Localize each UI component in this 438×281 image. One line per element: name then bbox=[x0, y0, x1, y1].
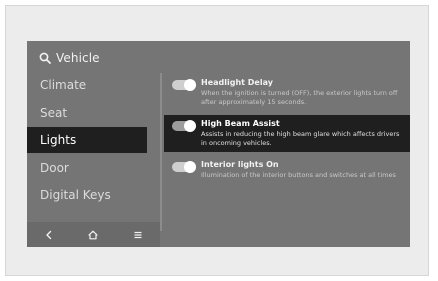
toggle-knob bbox=[184, 120, 196, 132]
search-header[interactable]: Vehicle bbox=[39, 49, 100, 67]
toggle-knob bbox=[184, 79, 196, 91]
sidebar-item-lights[interactable]: Lights bbox=[27, 127, 147, 153]
search-icon bbox=[39, 52, 51, 64]
setting-title: Interior lights On bbox=[201, 160, 279, 169]
setting-title: High Beam Assist bbox=[201, 119, 280, 128]
bottom-nav-bar bbox=[27, 222, 160, 247]
sidebar-item-door[interactable]: Door bbox=[27, 155, 160, 181]
setting-description: When the ignition is turned (OFF), the e… bbox=[201, 89, 398, 106]
sidebar-item-label: Lights bbox=[40, 133, 77, 147]
back-icon bbox=[46, 230, 52, 239]
home-icon bbox=[88, 230, 99, 239]
setting-description: Assists in reducing the high beam glare … bbox=[201, 130, 400, 147]
settings-list: Headlight Delay When the ignition is tur… bbox=[164, 74, 410, 188]
setting-interior-lights: Interior lights On Illumination of the i… bbox=[164, 156, 410, 184]
toggle-switch[interactable] bbox=[172, 79, 196, 91]
setting-headlight-delay: Headlight Delay When the ignition is tur… bbox=[164, 74, 410, 111]
sidebar-item-label: Climate bbox=[40, 78, 87, 92]
toggle-switch[interactable] bbox=[172, 161, 196, 173]
toggle-switch[interactable] bbox=[172, 120, 196, 132]
sidebar-item-label: Door bbox=[40, 160, 69, 175]
page-title: Vehicle bbox=[56, 51, 100, 65]
home-button[interactable] bbox=[71, 222, 115, 247]
sidebar-item-label: Seat bbox=[40, 105, 68, 120]
sidebar-item-digital-keys[interactable]: Digital Keys bbox=[27, 182, 160, 208]
sidebar-item-seat[interactable]: Seat bbox=[27, 100, 160, 126]
sidebar-menu: Climate Seat Lights Door Digital Keys bbox=[27, 72, 160, 210]
setting-title: Headlight Delay bbox=[201, 78, 273, 87]
infotainment-screen: Vehicle Climate Seat Lights Door Digital… bbox=[27, 41, 410, 247]
sidebar-item-climate[interactable]: Climate bbox=[27, 72, 160, 98]
panel-divider bbox=[160, 73, 162, 231]
setting-description: Illumination of the interior buttons and… bbox=[201, 171, 396, 179]
menu-button[interactable] bbox=[116, 222, 160, 247]
sidebar-item-label: Digital Keys bbox=[40, 188, 111, 202]
setting-high-beam-assist: High Beam Assist Assists in reducing the… bbox=[164, 115, 410, 152]
menu-icon bbox=[134, 231, 142, 238]
toggle-knob bbox=[184, 161, 196, 173]
back-button[interactable] bbox=[27, 222, 71, 247]
